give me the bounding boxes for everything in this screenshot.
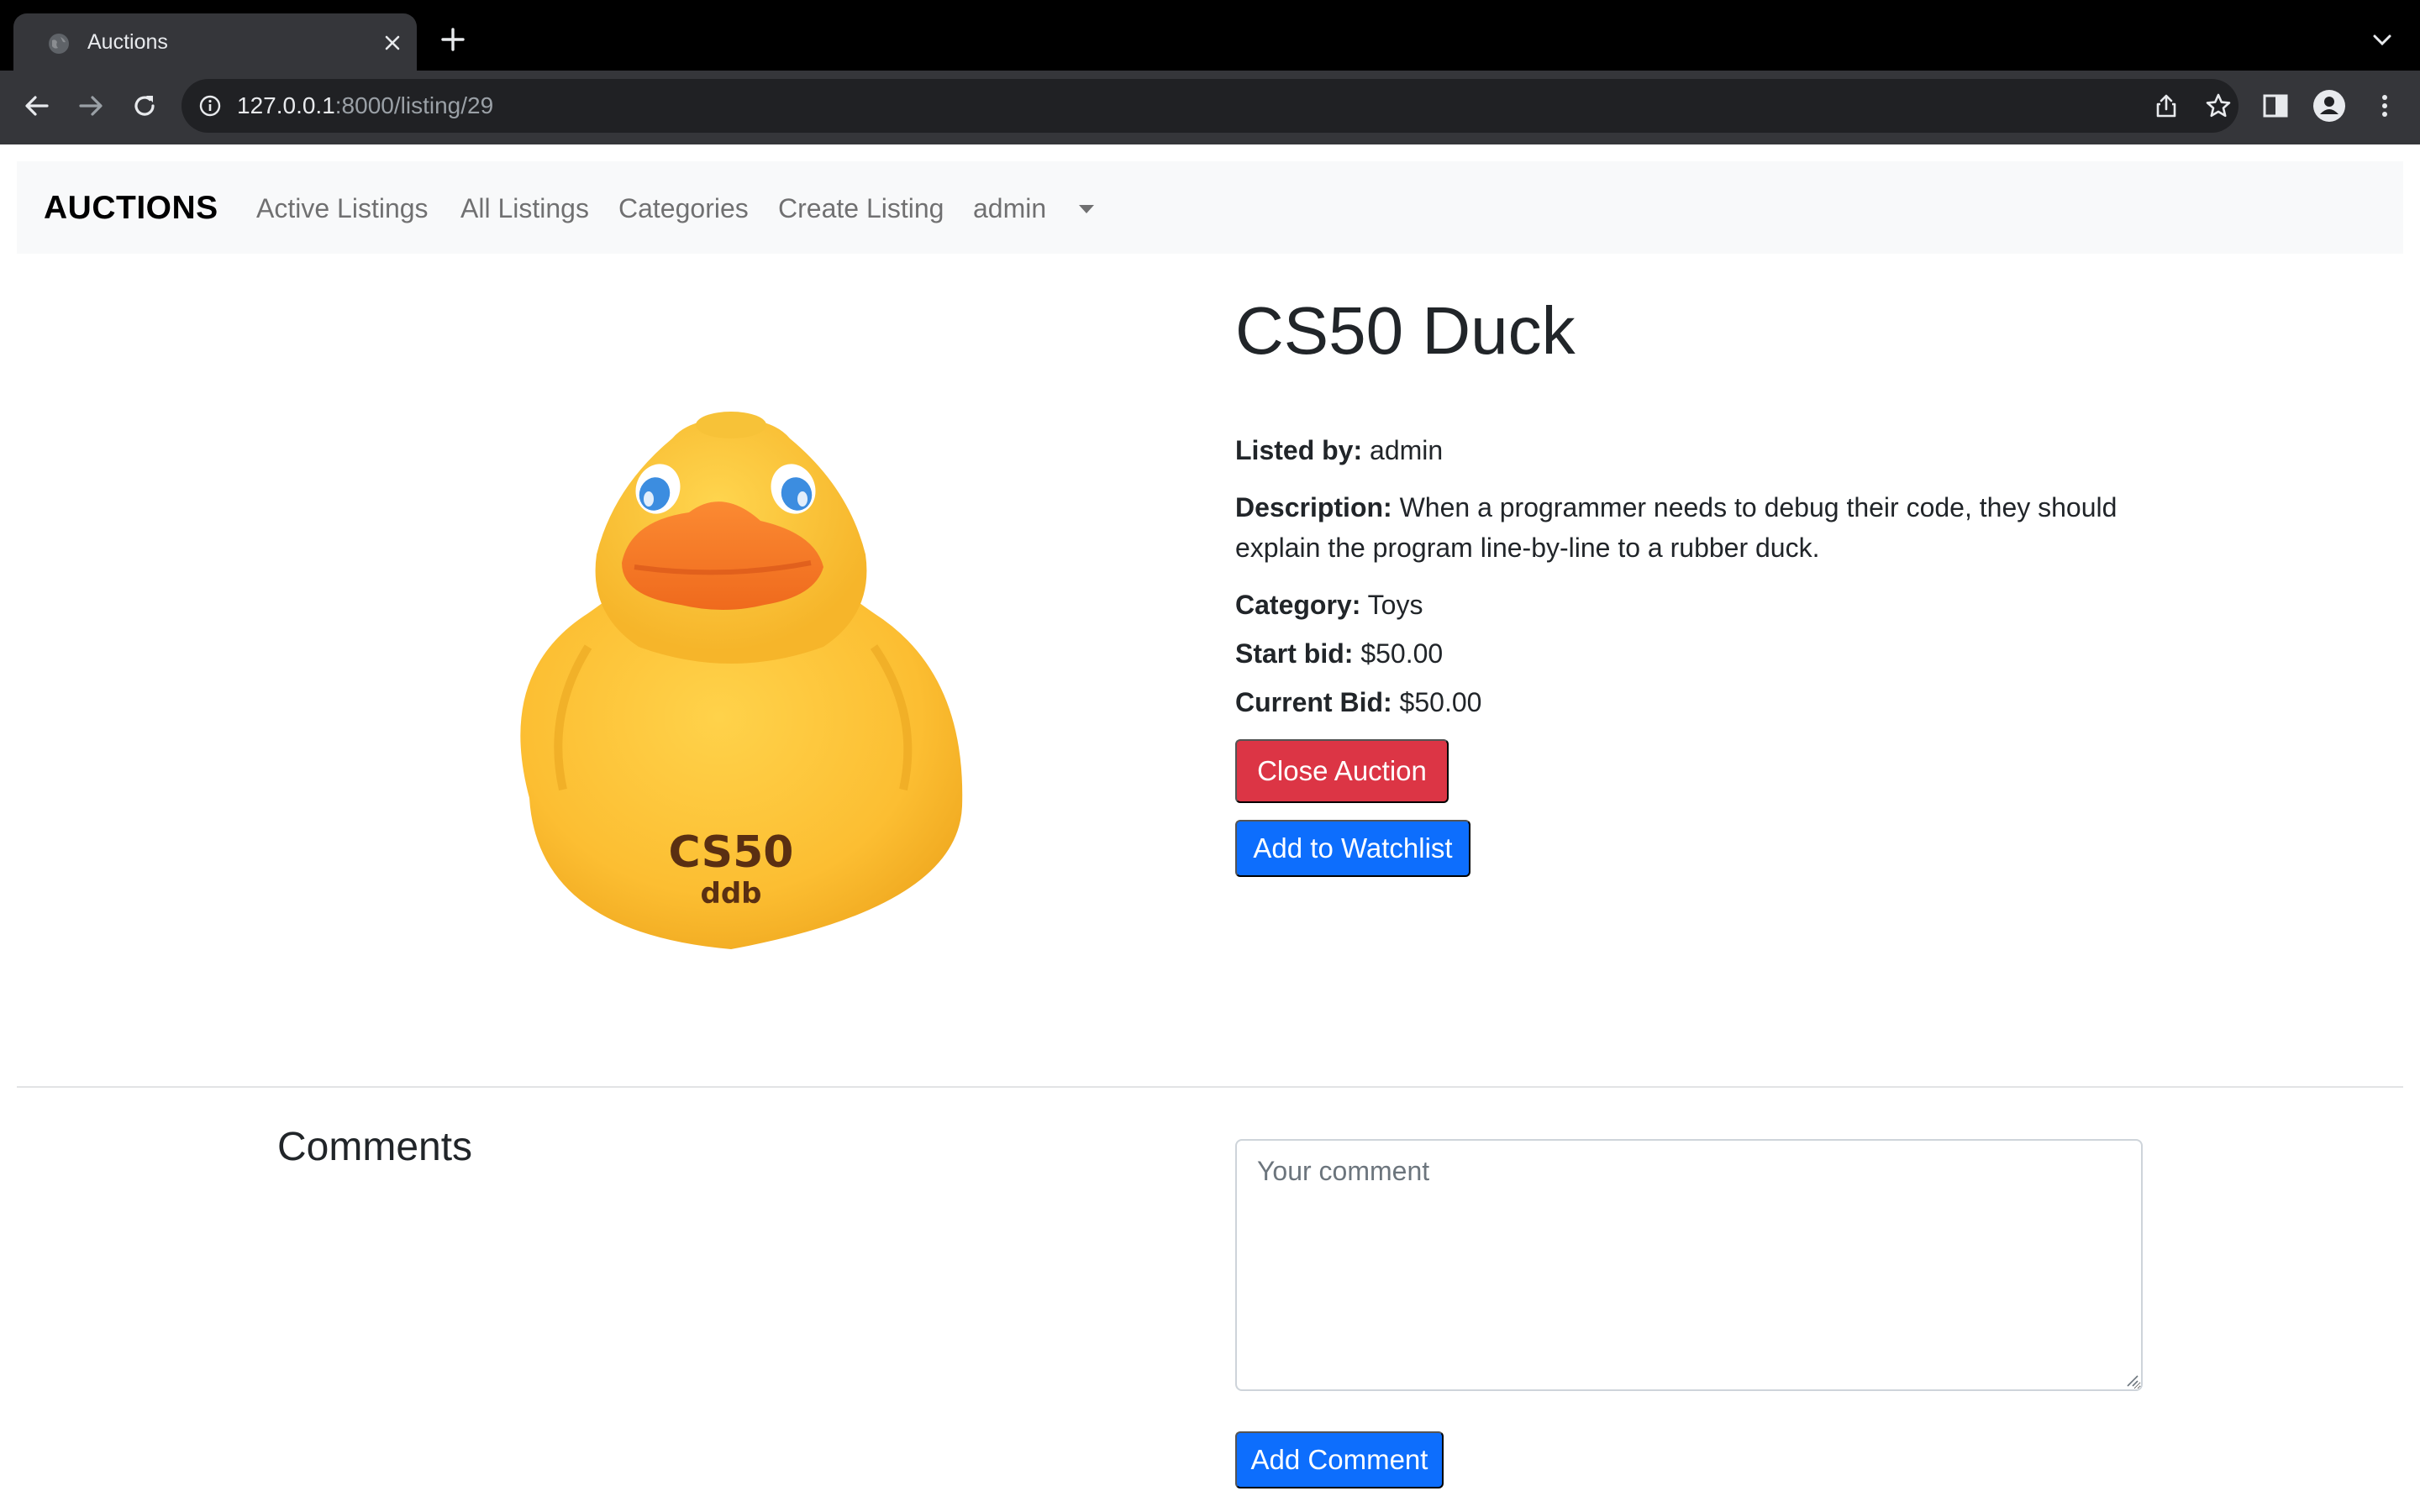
chevron-down-icon[interactable] [2370,30,2395,50]
brand-logo[interactable]: AUCTIONS [44,190,218,227]
category-label: Category: [1235,590,1361,620]
category: Category: Toys [1235,585,2160,625]
listed-by: Listed by: admin [1235,430,2160,470]
url-path: :8000/listing/29 [334,92,494,118]
address-bar[interactable]: 127.0.0.1:8000/listing/29 [182,79,2238,133]
listed-by-label: Listed by: [1235,435,1363,465]
comment-input[interactable] [1235,1139,2143,1391]
info-icon[interactable] [198,94,222,118]
current-bid-value: $50.00 [1399,687,1482,717]
category-value: Toys [1367,590,1423,620]
reload-icon[interactable] [129,91,160,121]
duck-logo-cs50: CS50 [669,827,794,878]
url-text: 127.0.0.1:8000/listing/29 [237,91,493,121]
url-host: 127.0.0.1 [237,92,335,118]
add-to-watchlist-button[interactable]: Add to Watchlist [1235,820,1470,877]
tab-title: Auctions [87,30,168,54]
nav-link-categories[interactable]: Categories [618,192,749,225]
toolbar-divider [0,141,2420,144]
browser-tab[interactable]: Auctions [13,13,417,71]
add-comment-button[interactable]: Add Comment [1235,1431,1444,1488]
arrow-right-icon[interactable] [76,91,106,121]
plus-icon[interactable] [440,27,466,52]
description-line-2: explain the program line-by-line to a ru… [1235,533,1820,563]
listing-image: CS50 ddb [520,412,963,949]
current-bid: Current Bid: $50.00 [1235,682,2160,722]
start-bid-label: Start bid: [1235,638,1354,669]
site-navbar: AUCTIONS Active Listings All Listings Ca… [17,161,2403,254]
resize-handle-icon[interactable] [2124,1373,2139,1388]
browser-toolbar: 127.0.0.1:8000/listing/29 [0,71,2420,141]
side-panel-icon[interactable] [2259,89,2292,123]
section-divider [17,1086,2403,1088]
duck-logo-ddb: ddb [700,877,761,911]
start-bid: Start bid: $50.00 [1235,633,2160,674]
caret-down-icon[interactable] [1079,205,1094,213]
current-bid-label: Current Bid: [1235,687,1392,717]
description-line-1: When a programmer needs to debug their c… [1399,492,2118,522]
listing-title: CS50 Duck [1235,293,1576,368]
kebab-menu-icon[interactable] [2368,89,2402,123]
nav-link-active-listings[interactable]: Active Listings [256,192,429,225]
nav-link-create-listing[interactable]: Create Listing [778,192,944,225]
start-bid-value: $50.00 [1360,638,1444,669]
close-icon[interactable] [380,30,405,55]
globe-icon [49,34,69,54]
description: Description: When a programmer needs to … [1235,487,2160,568]
description-label: Description: [1235,492,1392,522]
user-dropdown[interactable]: admin [973,192,1046,225]
close-auction-button[interactable]: Close Auction [1235,739,1449,803]
browser-tab-strip: Auctions [0,0,2420,71]
listed-by-value: admin [1370,435,1444,465]
nav-link-all-listings[interactable]: All Listings [460,192,589,225]
comments-heading: Comments [277,1125,473,1169]
arrow-left-icon[interactable] [22,91,52,121]
profile-icon[interactable] [2312,89,2346,123]
share-icon[interactable] [2153,92,2180,119]
star-icon[interactable] [2205,92,2232,119]
